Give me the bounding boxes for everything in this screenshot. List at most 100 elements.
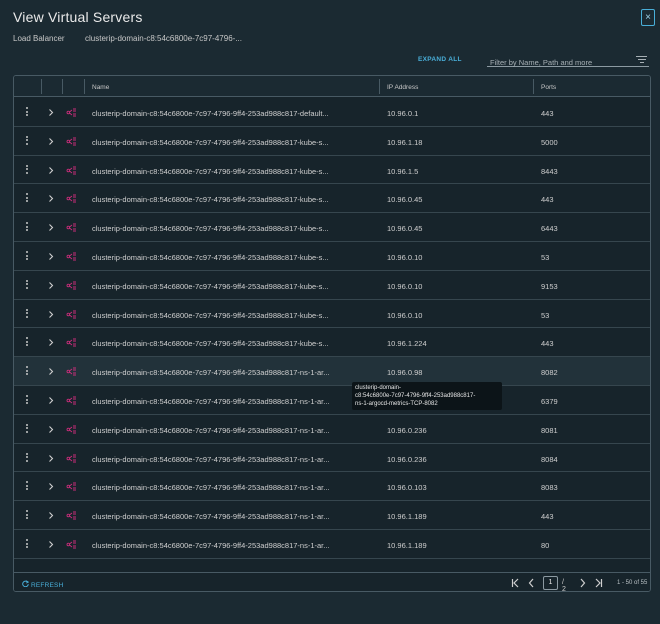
table-row[interactable]: clusterip-domain-c8:54c6800e-7c97-4796-9…	[14, 213, 650, 242]
expand-row-icon[interactable]	[47, 482, 55, 491]
column-separator[interactable]	[379, 79, 380, 94]
expand-row-icon[interactable]	[47, 194, 55, 203]
column-header-ports[interactable]: Ports	[541, 84, 556, 91]
table-row[interactable]: clusterip-domain-c8:54c6800e-7c97-4796-9…	[14, 530, 650, 559]
row-actions-icon[interactable]	[26, 222, 29, 233]
row-ports: 9153	[541, 281, 558, 291]
row-actions-icon[interactable]	[26, 279, 29, 291]
expand-row-icon[interactable]	[47, 540, 55, 549]
tooltip-line: c8:54c6800e-7c97-4796-9ff4-253ad988c817-	[355, 393, 476, 399]
expand-row-icon[interactable]	[47, 310, 55, 319]
row-actions-icon[interactable]	[26, 481, 29, 492]
row-actions-icon[interactable]	[26, 337, 29, 348]
expand-row-icon[interactable]	[47, 252, 55, 261]
table-row[interactable]: clusterip-domain-c8:54c6800e-7c97-4796-9…	[14, 444, 650, 473]
row-actions-icon[interactable]	[26, 251, 29, 262]
expand-row-icon[interactable]	[47, 511, 55, 520]
tooltip-line: clusterip-domain-	[355, 385, 402, 391]
row-ports: 6379	[541, 397, 558, 406]
filter-input[interactable]	[487, 55, 627, 70]
grid-header: Name IP Address Ports	[14, 76, 650, 97]
row-name: clusterip-domain-c8:54c6800e-7c97-4796-9…	[92, 310, 329, 320]
row-actions-icon[interactable]	[26, 308, 29, 320]
column-header-ip-address[interactable]: IP Address	[387, 84, 418, 91]
table-row[interactable]: clusterip-domain-c8:54c6800e-7c97-4796-9…	[14, 156, 650, 185]
virtual-server-icon	[66, 136, 77, 147]
row-ip-address: 10.96.1.189	[387, 512, 427, 522]
row-ports: 8443	[541, 166, 558, 176]
current-page-input[interactable]: 1	[543, 576, 558, 590]
refresh-button[interactable]: REFRESH	[22, 580, 63, 589]
filter-icon[interactable]	[636, 56, 647, 64]
row-actions-icon[interactable]	[26, 539, 29, 550]
column-separator	[62, 79, 63, 94]
row-ip-address: 10.96.0.103	[387, 483, 427, 493]
table-row[interactable]: clusterip-domain-c8:54c6800e-7c97-4796-9…	[14, 127, 650, 156]
table-row[interactable]: clusterip-domain-c8:54c6800e-7c97-4796-9…	[14, 184, 650, 214]
modal-title: View Virtual Servers	[13, 9, 143, 25]
row-ports: 5000	[541, 137, 558, 147]
table-row[interactable]: clusterip-domain-c8:54c6800e-7c97-4796-9…	[14, 242, 650, 271]
row-ports: 80	[541, 541, 550, 550]
table-row[interactable]: clusterip-domain-c8:54c6800e-7c97-4796-9…	[14, 271, 650, 300]
expand-row-icon[interactable]	[47, 425, 55, 434]
row-actions-icon[interactable]	[26, 395, 29, 406]
expand-row-icon[interactable]	[47, 454, 55, 463]
row-ip-address: 10.96.0.236	[387, 425, 427, 435]
column-header-name[interactable]: Name	[92, 84, 109, 91]
row-ip-address: 10.96.0.10	[387, 310, 423, 320]
table-row[interactable]: clusterip-domain-c8:54c6800e-7c97-4796-9…	[14, 386, 650, 415]
table-row[interactable]: clusterip-domain-c8:54c6800e-7c97-4796-9…	[14, 472, 650, 502]
column-separator[interactable]	[533, 79, 534, 94]
virtual-server-icon	[66, 280, 77, 291]
refresh-icon	[22, 580, 30, 589]
row-name: clusterip-domain-c8:54c6800e-7c97-4796-9…	[92, 512, 330, 522]
row-actions-icon[interactable]	[26, 366, 29, 377]
expand-row-icon[interactable]	[47, 223, 55, 232]
expand-row-icon[interactable]	[47, 108, 55, 117]
last-page-icon[interactable]	[594, 577, 603, 589]
virtual-server-icon	[66, 165, 77, 176]
expand-row-icon[interactable]	[47, 367, 55, 376]
row-actions-icon[interactable]	[26, 423, 29, 435]
row-actions-icon[interactable]	[26, 107, 29, 118]
column-separator	[84, 79, 85, 94]
row-actions-icon[interactable]	[26, 510, 29, 521]
table-row[interactable]: clusterip-domain-c8:54c6800e-7c97-4796-9…	[14, 328, 650, 358]
row-ports: 53	[541, 310, 550, 320]
row-name: clusterip-domain-c8:54c6800e-7c97-4796-9…	[92, 425, 330, 435]
expand-row-icon[interactable]	[47, 396, 55, 405]
expand-row-icon[interactable]	[47, 166, 55, 175]
row-name: clusterip-domain-c8:54c6800e-7c97-4796-9…	[92, 166, 329, 176]
table-row[interactable]: clusterip-domain-c8:54c6800e-7c97-4796-9…	[14, 501, 650, 530]
row-name: clusterip-domain-c8:54c6800e-7c97-4796-9…	[92, 454, 330, 464]
row-name: clusterip-domain-c8:54c6800e-7c97-4796-9…	[92, 109, 329, 118]
row-actions-icon[interactable]	[26, 193, 29, 204]
row-ip-address: 10.96.1.5	[387, 166, 419, 176]
column-separator	[41, 79, 42, 94]
table-row[interactable]: clusterip-domain-c8:54c6800e-7c97-4796-9…	[14, 415, 650, 444]
virtual-server-icon	[66, 251, 77, 262]
table-row[interactable]: clusterip-domain-c8:54c6800e-7c97-4796-9…	[14, 300, 650, 329]
previous-page-icon[interactable]	[527, 577, 536, 589]
expand-row-icon[interactable]	[47, 137, 55, 146]
close-button[interactable]: ×	[641, 9, 655, 26]
next-page-icon[interactable]	[578, 577, 587, 589]
virtual-server-icon	[66, 424, 77, 435]
row-ports: 53	[541, 253, 550, 262]
filter-field[interactable]	[487, 52, 649, 70]
virtual-servers-grid: Name IP Address Ports clusterip-domain-c…	[13, 75, 651, 592]
expand-row-icon[interactable]	[47, 338, 55, 347]
table-row[interactable]: clusterip-domain-c8:54c6800e-7c97-4796-9…	[14, 357, 650, 386]
expand-all-button[interactable]: EXPAND ALL	[418, 56, 462, 63]
row-ip-address: 10.96.1.189	[387, 541, 427, 550]
row-name: clusterip-domain-c8:54c6800e-7c97-4796-9…	[92, 137, 329, 147]
virtual-server-icon	[66, 309, 77, 320]
first-page-icon[interactable]	[511, 577, 520, 589]
row-actions-icon[interactable]	[26, 164, 29, 176]
expand-row-icon[interactable]	[47, 281, 55, 290]
table-row[interactable]: clusterip-domain-c8:54c6800e-7c97-4796-9…	[14, 98, 650, 127]
row-actions-icon[interactable]	[26, 452, 29, 464]
virtual-server-icon	[66, 539, 77, 550]
row-actions-icon[interactable]	[26, 135, 29, 147]
